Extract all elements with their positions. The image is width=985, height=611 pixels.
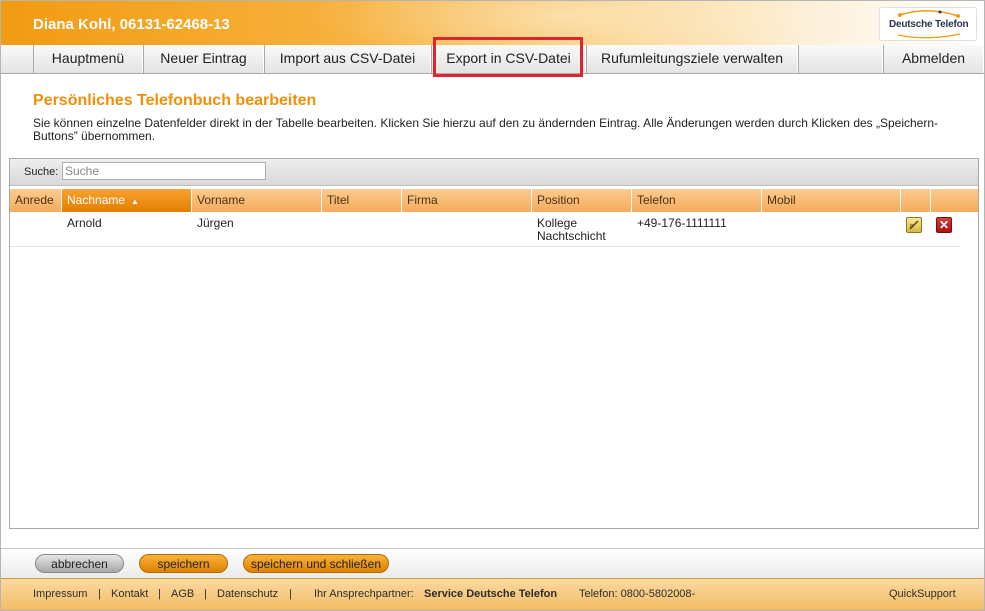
nav-abmelden[interactable]: Abmelden xyxy=(883,45,984,73)
close-icon[interactable]: ✕ xyxy=(936,217,952,233)
column-header-firma[interactable]: Firma xyxy=(402,189,532,212)
phonebook-table-panel: Suche: Anrede Nachname ▲ Vorname Titel Fi… xyxy=(9,158,979,529)
column-header-telefon[interactable]: Telefon xyxy=(632,189,762,212)
app-window: Diana Kohl, 06131-62468-13 Deutsche Tele… xyxy=(0,0,985,611)
search-input[interactable] xyxy=(62,162,266,180)
nav-neuer-eintrag[interactable]: Neuer Eintrag xyxy=(143,45,264,73)
column-label: Titel xyxy=(327,193,350,207)
save-and-close-button[interactable]: speichern und schließen xyxy=(243,554,389,573)
search-bar: Suche: xyxy=(10,159,978,186)
footer-contact-label: Ihr Ansprechpartner: xyxy=(314,588,414,600)
column-header-anrede[interactable]: Anrede xyxy=(10,189,62,212)
footer-link-kontakt[interactable]: Kontakt xyxy=(111,588,148,600)
column-label: Firma xyxy=(407,193,438,207)
footer-link-impressum[interactable]: Impressum xyxy=(33,588,87,600)
column-label: Anrede xyxy=(15,193,54,207)
action-bar: abbrechen speichern speichern und schlie… xyxy=(1,548,984,579)
column-header-delete xyxy=(931,189,978,212)
page-title: Persönliches Telefonbuch bearbeiten xyxy=(33,92,317,109)
user-title: Diana Kohl, 06131-62468-13 xyxy=(33,16,230,33)
footer-separator: | xyxy=(98,588,101,600)
brand-logo: Deutsche Telefon xyxy=(879,7,977,41)
column-header-vorname[interactable]: Vorname xyxy=(192,189,322,212)
pencil-icon xyxy=(909,220,919,230)
footer-separator: | xyxy=(289,588,292,600)
footer-phone: Telefon: 0800-5802008- xyxy=(579,588,696,600)
column-label: Telefon xyxy=(637,193,676,207)
nav-spacer xyxy=(798,45,883,73)
logo-text: Deutsche Telefon xyxy=(889,19,969,30)
footer-link-agb[interactable]: AGB xyxy=(171,588,194,600)
sort-ascending-icon: ▲ xyxy=(131,197,139,206)
table-row[interactable]: Arnold Jürgen Kollege Nachtschicht +49-1… xyxy=(10,212,960,247)
column-label: Position xyxy=(537,193,580,207)
save-button[interactable]: speichern xyxy=(139,554,228,573)
footer: Impressum | Kontakt | AGB | Datenschutz … xyxy=(1,578,984,610)
search-label: Suche: xyxy=(24,166,59,178)
cell-position[interactable]: Kollege Nachtschicht xyxy=(532,217,627,243)
footer-contact-name: Service Deutsche Telefon xyxy=(424,588,558,600)
footer-separator: | xyxy=(158,588,161,600)
column-label: Mobil xyxy=(767,193,796,207)
column-label: Nachname xyxy=(67,193,126,207)
cell-telefon[interactable]: +49-176-1111111 xyxy=(632,217,762,230)
column-header-mobil[interactable]: Mobil xyxy=(762,189,901,212)
column-header-position[interactable]: Position xyxy=(532,189,632,212)
column-header-nachname[interactable]: Nachname ▲ xyxy=(62,189,192,212)
highlight-box xyxy=(433,37,583,77)
edit-icon[interactable] xyxy=(906,217,922,233)
footer-link-quicksupport[interactable]: QuickSupport xyxy=(889,588,956,600)
page-description: Sie können einzelne Datenfelder direkt i… xyxy=(33,116,939,143)
column-label: Vorname xyxy=(197,193,246,207)
column-header-titel[interactable]: Titel xyxy=(322,189,402,212)
nav-rufumleitungsziele[interactable]: Rufumleitungsziele verwalten xyxy=(586,45,798,73)
nav-import-csv[interactable]: Import aus CSV-Datei xyxy=(264,45,431,73)
footer-separator: | xyxy=(204,588,207,600)
table-header: Anrede Nachname ▲ Vorname Titel Firma Pos… xyxy=(10,189,978,212)
nav-hauptmenu[interactable]: Hauptmenü xyxy=(33,45,143,73)
cell-vorname[interactable]: Jürgen xyxy=(192,217,322,230)
footer-link-datenschutz[interactable]: Datenschutz xyxy=(217,588,278,600)
cancel-button[interactable]: abbrechen xyxy=(35,554,124,573)
column-header-edit xyxy=(901,189,931,212)
cell-nachname[interactable]: Arnold xyxy=(62,217,192,230)
